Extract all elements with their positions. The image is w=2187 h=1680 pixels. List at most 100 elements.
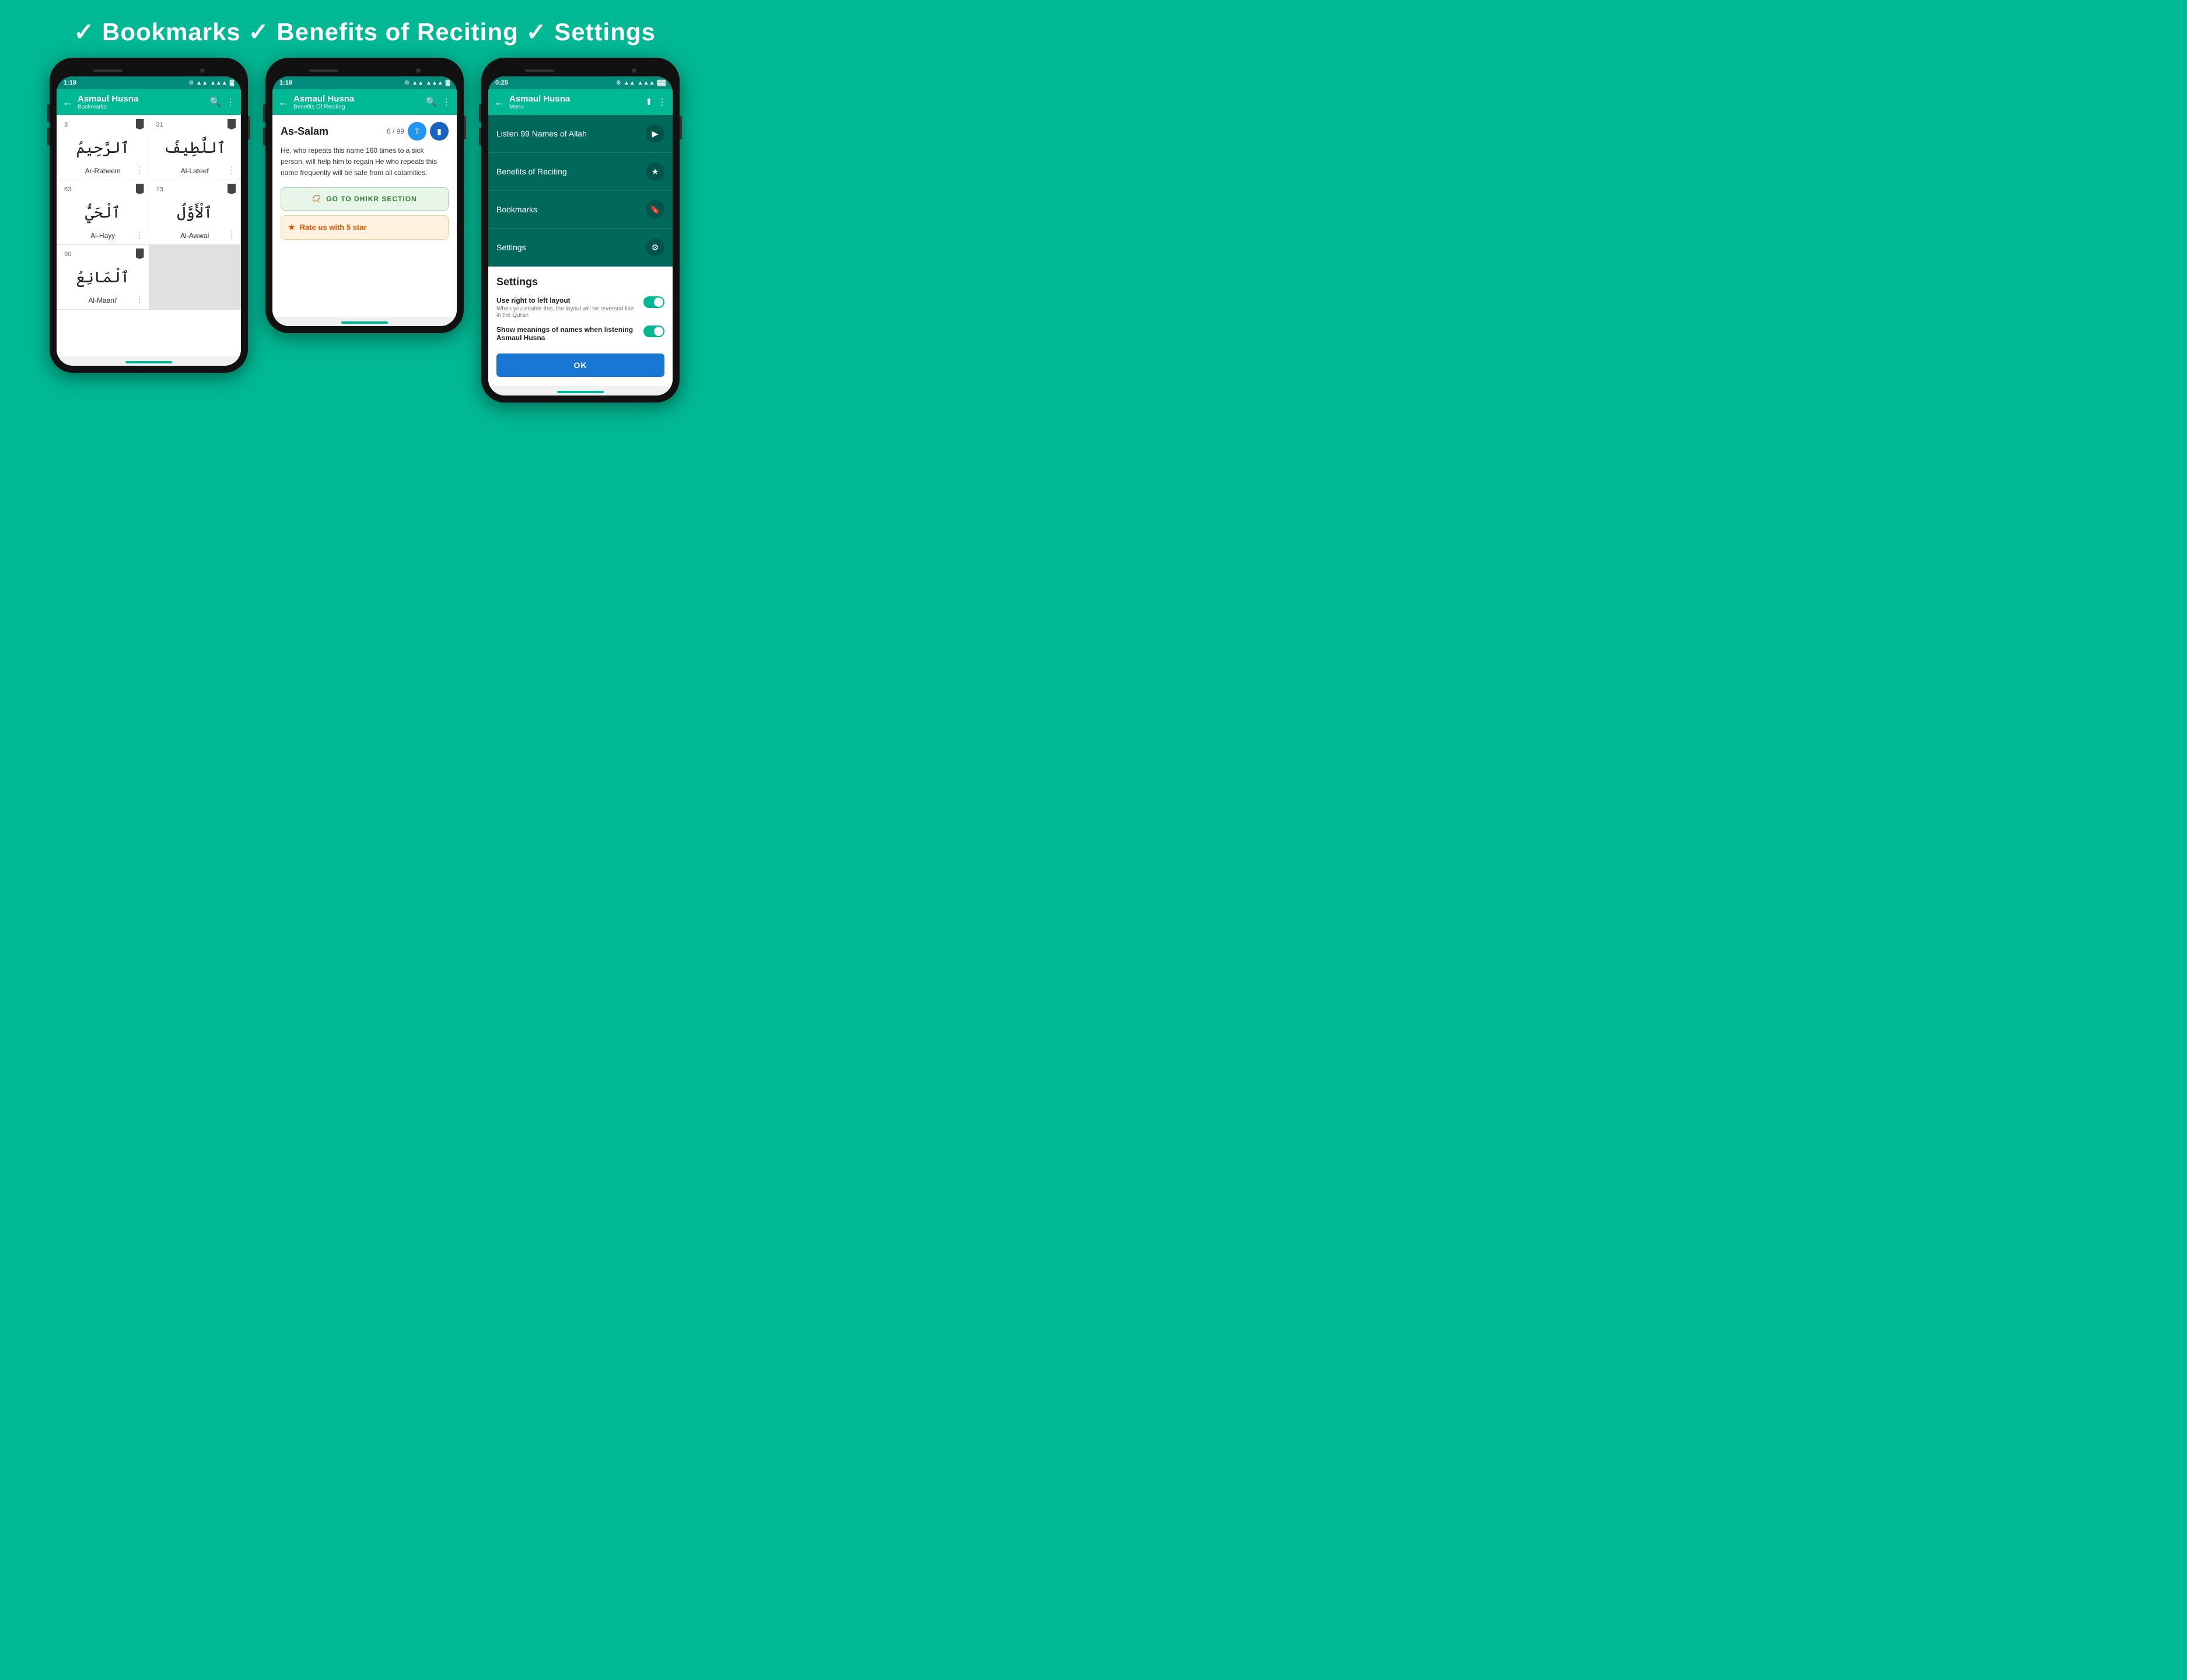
power-button-3 [680, 116, 682, 139]
app-subtitle-1: Bookmarks [78, 104, 205, 110]
bookmark-icon-3 [136, 184, 144, 194]
home-indicator-1 [125, 361, 172, 363]
counter-label: 6 / 99 [387, 127, 404, 135]
dhikr-button[interactable]: 📿 GO TO DHIKR SECTION [281, 187, 449, 211]
setting-row-1: Use right to left layout When you enable… [496, 296, 664, 318]
more-card-icon-5[interactable]: ⋮ [136, 295, 144, 304]
signal-icon-2: ▲▲▲ [426, 80, 443, 86]
more-icon-3[interactable]: ⋮ [657, 96, 667, 108]
status-time-2: 1:19 [279, 79, 292, 86]
status-bar-3: 0:25 ⚙ ▲▲ ▲▲▲ ▓▓ [488, 76, 673, 89]
battery-icon-1: ▓ [230, 80, 234, 86]
bookmark-icon-2 [228, 119, 236, 130]
more-icon-2[interactable]: ⋮ [442, 96, 451, 108]
more-icon-1[interactable]: ⋮ [226, 96, 235, 108]
status-bar-2: 1:19 ⚙ ▲▲ ▲▲▲ ▓ [272, 76, 457, 89]
card-num-4: 73 [156, 186, 234, 193]
notch-area [57, 65, 241, 76]
signal-icon-3: ▲▲▲ [638, 80, 655, 86]
status-icons-3: ⚙ ▲▲ ▲▲▲ ▓▓ [616, 80, 666, 86]
dhikr-icon: 📿 [312, 195, 321, 203]
menu-item-benefits[interactable]: Benefits of Reciting ★ [488, 153, 673, 191]
bookmark-card-3[interactable]: 63 ٱلْحَيُّ Al-Hayy ⋮ [57, 180, 149, 244]
phone-settings: 0:25 ⚙ ▲▲ ▲▲▲ ▓▓ ← Asmaul Husna Menu ⬆ ⋮ [481, 58, 680, 402]
bookmark-card-1[interactable]: 3 ٱلرَّحِيمُ Ar-Raheem ⋮ [57, 116, 149, 180]
menu-item-listen[interactable]: Listen 99 Names of Allah ▶ [488, 115, 673, 153]
share-button[interactable]: ⇧ [408, 122, 426, 141]
settings-icon-menu: ⚙ [646, 238, 664, 257]
card-num-3: 63 [64, 186, 142, 193]
phone3-screen: 0:25 ⚙ ▲▲ ▲▲▲ ▓▓ ← Asmaul Husna Menu ⬆ ⋮ [488, 76, 673, 396]
search-icon-2[interactable]: 🔍 [425, 96, 437, 108]
app-subtitle-3: Menu [509, 104, 641, 110]
bookmark-icon-4 [228, 184, 236, 194]
app-titles-1: Asmaul Husna Bookmarks [78, 94, 205, 110]
en-name-1: Ar-Raheem [64, 167, 142, 175]
setting-info-1: Use right to left layout When you enable… [496, 296, 638, 318]
app-titles-2: Asmaul Husna Benefits Of Reciting [293, 94, 421, 110]
more-card-icon-3[interactable]: ⋮ [136, 230, 144, 240]
share-icon-3[interactable]: ⬆ [645, 96, 653, 108]
vol-down-button-2 [263, 128, 265, 145]
ok-button[interactable]: OK [496, 354, 664, 377]
settings-title: Settings [496, 276, 664, 288]
bookmark-icon-menu: 🔖 [646, 200, 664, 219]
back-button-2[interactable]: ← [278, 96, 289, 108]
arabic-text-5: ٱلْمَانِعُ [64, 258, 142, 296]
app-bar-2: ← Asmaul Husna Benefits Of Reciting 🔍 ⋮ [272, 89, 457, 115]
en-name-5: Al-Maani' [64, 296, 142, 304]
benefits-header: As-Salam 6 / 99 ⇧ ▮ [281, 122, 449, 141]
arabic-text-2: ٱللَّطِيفُ [156, 128, 234, 167]
status-time-1: 1:19 [64, 79, 76, 86]
status-time-3: 0:25 [495, 79, 508, 86]
bookmark-card-4[interactable]: 73 ٱلْأَوَّلُ Al-Awwal ⋮ [149, 180, 241, 244]
card-num-1: 3 [64, 121, 142, 128]
wifi-icon-3: ▲▲ [624, 80, 635, 86]
setting-desc-1: When you enable this, the layout will be… [496, 306, 638, 318]
menu-label-bookmarks: Bookmarks [496, 205, 537, 214]
toggle-1[interactable] [643, 296, 664, 308]
vol-down-button-3 [479, 128, 481, 145]
copy-button[interactable]: ▮ [430, 122, 449, 141]
toggle-2[interactable] [643, 326, 664, 337]
arabic-text-4: ٱلْأَوَّلُ [156, 193, 234, 232]
bottom-space-1 [57, 310, 241, 356]
more-card-icon-4[interactable]: ⋮ [228, 230, 236, 240]
search-icon-1[interactable]: 🔍 [209, 96, 221, 108]
setting-label-1: Use right to left layout [496, 296, 638, 304]
notch-area-3 [488, 65, 673, 76]
phones-row: 1:19 ⚙ ▲▲ ▲▲▲ ▓ ← Asmaul Husna Bookmarks… [50, 58, 680, 402]
back-button-3[interactable]: ← [494, 96, 505, 108]
card-num-5: 90 [64, 251, 142, 258]
menu-item-bookmarks[interactable]: Bookmarks 🔖 [488, 191, 673, 229]
bottom-space-2 [272, 247, 457, 317]
app-subtitle-2: Benefits Of Reciting [293, 104, 421, 110]
app-bar-1: ← Asmaul Husna Bookmarks 🔍 ⋮ [57, 89, 241, 115]
setting-row-2: Show meanings of names when listening As… [496, 326, 664, 342]
phone-benefits: 1:19 ⚙ ▲▲ ▲▲▲ ▓ ← Asmaul Husna Benefits … [265, 58, 464, 333]
more-card-icon-1[interactable]: ⋮ [136, 165, 144, 175]
setting-info-2: Show meanings of names when listening As… [496, 326, 638, 342]
bookmark-card-5[interactable]: 90 ٱلْمَانِعُ Al-Maani' ⋮ [57, 245, 149, 309]
app-icons-2: 🔍 ⋮ [425, 96, 451, 108]
gear-icon-2: ⚙ [404, 80, 410, 86]
counter-share-row: 6 / 99 ⇧ ▮ [387, 122, 449, 141]
benefits-text: He, who repeats this name 160 times to a… [281, 145, 449, 179]
settings-panel: Settings Use right to left layout When y… [488, 267, 673, 386]
rate-button[interactable]: ★ Rate us with 5 star [281, 215, 449, 240]
benefits-content: As-Salam 6 / 99 ⇧ ▮ He, who repeats this… [272, 115, 457, 247]
star-icon: ★ [288, 223, 295, 232]
app-icons-1: 🔍 ⋮ [209, 96, 235, 108]
menu-item-settings[interactable]: Settings ⚙ [488, 229, 673, 267]
vol-up-button-2 [263, 104, 265, 122]
gear-icon-3: ⚙ [616, 80, 621, 86]
wifi-icon-2: ▲▲ [412, 80, 424, 86]
dhikr-label: GO TO DHIKR SECTION [326, 195, 417, 203]
more-card-icon-2[interactable]: ⋮ [228, 165, 236, 175]
name-label: As-Salam [281, 125, 328, 138]
home-indicator-2 [341, 321, 388, 324]
signal-icon-1: ▲▲▲ [210, 80, 228, 86]
bookmark-card-2[interactable]: 31 ٱللَّطِيفُ Al-Lateef ⋮ [149, 116, 241, 180]
bookmark-icon-5 [136, 249, 144, 259]
back-button-1[interactable]: ← [62, 96, 73, 108]
